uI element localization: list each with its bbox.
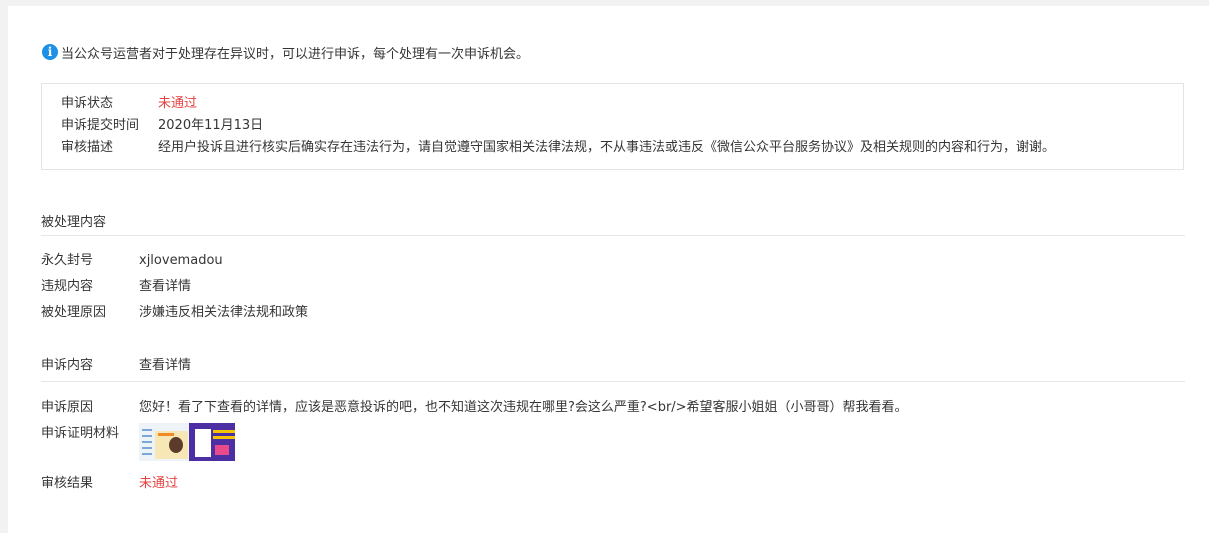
evidence-thumbnail[interactable]: [139, 423, 189, 461]
evidence-thumbnails: [139, 423, 235, 461]
handled-reason-label: 被处理原因: [41, 305, 107, 320]
status-value: 未通过: [158, 96, 198, 111]
notice-text: 当公众号运营者对于处理存在异议时，可以进行申诉，每个处理有一次申诉机会。: [61, 46, 530, 62]
notice-bar: i 当公众号运营者对于处理存在异议时，可以进行申诉，每个处理有一次申诉机会。: [42, 43, 530, 62]
appeal-status-box: 申诉状态 未通过 申诉提交时间 2020年11月13日 审核描述 经用户投诉且进…: [41, 83, 1184, 170]
appeal-content-header: 申诉内容 查看详情: [41, 356, 191, 376]
status-row: 申诉状态 未通过: [61, 94, 197, 114]
violation-detail-link[interactable]: 查看详情: [139, 277, 191, 297]
handled-content-title: 被处理内容: [41, 215, 107, 230]
divider: [41, 381, 1185, 382]
submit-time-row: 申诉提交时间 2020年11月13日: [61, 116, 263, 136]
info-icon: i: [42, 44, 58, 60]
evidence-label: 申诉证明材料: [41, 426, 120, 441]
divider: [41, 235, 1185, 236]
review-description-row: 审核描述 经用户投诉且进行核实后确实存在违法行为，请自觉遵守国家相关法律法规，不…: [61, 138, 1055, 158]
appeal-reason-row: 申诉原因 您好！看了下查看的详情，应该是恶意投诉的吧，也不知道这次违规在哪里?会…: [41, 398, 908, 418]
appeal-content-title: 申诉内容: [41, 358, 94, 373]
violation-content-label: 违规内容: [41, 279, 94, 294]
review-result-value: 未通过: [139, 476, 179, 491]
evidence-row: 申诉证明材料: [41, 424, 139, 444]
review-result-row: 审核结果 未通过: [41, 474, 178, 494]
review-description-label: 审核描述: [61, 140, 114, 155]
ban-label: 永久封号: [41, 253, 94, 268]
handled-reason-row: 被处理原因 涉嫌违反相关法律法规和政策: [41, 303, 308, 323]
review-result-label: 审核结果: [41, 476, 94, 491]
submit-time-value: 2020年11月13日: [158, 118, 264, 133]
appeal-reason-label: 申诉原因: [41, 400, 94, 415]
ban-row: 永久封号 xjlovemadou: [41, 251, 223, 271]
handled-reason-value: 涉嫌违反相关法律法规和政策: [139, 305, 309, 320]
evidence-thumbnail[interactable]: [189, 423, 235, 461]
violation-content-row: 违规内容 查看详情: [41, 277, 191, 297]
account-id: xjlovemadou: [139, 253, 223, 268]
review-description-value: 经用户投诉且进行核实后确实存在违法行为，请自觉遵守国家相关法律法规，不从事违法或…: [158, 140, 1056, 155]
appeal-reason-value: 您好！看了下查看的详情，应该是恶意投诉的吧，也不知道这次违规在哪里?会这么严重?…: [139, 400, 908, 415]
appeal-detail-link[interactable]: 查看详情: [139, 356, 191, 376]
status-label: 申诉状态: [61, 96, 114, 111]
submit-time-label: 申诉提交时间: [61, 118, 140, 133]
